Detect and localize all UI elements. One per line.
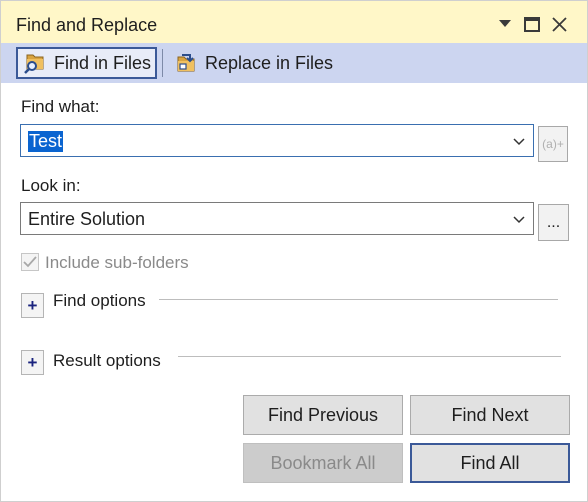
look-in-label: Look in: (21, 176, 81, 195)
window-options-dropdown[interactable] (494, 13, 516, 35)
chevron-down-icon[interactable] (512, 212, 526, 226)
browse-folders-button[interactable]: ... (538, 204, 569, 241)
find-what-label: Find what: (21, 97, 100, 116)
find-what-input[interactable]: Test (28, 131, 64, 152)
chevron-down-icon[interactable] (512, 134, 526, 148)
tab-find-in-files[interactable]: Find in Files (16, 47, 157, 79)
result-options-divider (178, 356, 561, 357)
find-options-label[interactable]: Find options (53, 291, 146, 311)
close-button[interactable] (548, 13, 570, 35)
find-in-files-icon (24, 54, 44, 74)
checkmark-icon (23, 256, 37, 268)
tab-separator (162, 49, 163, 77)
maximize-button[interactable] (521, 13, 543, 35)
find-next-button[interactable]: Find Next (410, 395, 570, 435)
find-what-combobox[interactable]: Test (20, 124, 534, 157)
ellipsis-icon: ... (546, 213, 561, 231)
include-subfolders-checkbox (21, 253, 39, 271)
tab-replace-in-files[interactable]: Replace in Files (173, 47, 333, 79)
close-icon (551, 16, 567, 32)
find-all-button[interactable]: Find All (410, 443, 570, 483)
find-options-divider (159, 299, 558, 300)
find-replace-window: Find and Replace Find in Files Replace i… (0, 0, 588, 502)
result-options-label[interactable]: Result options (53, 351, 161, 371)
maximize-icon (524, 16, 540, 32)
caret-down-icon (499, 20, 511, 27)
plus-icon: + (27, 352, 38, 372)
result-options-expander[interactable]: + (21, 350, 44, 375)
look-in-combobox[interactable]: Entire Solution (20, 202, 534, 235)
tab-find-in-files-label: Find in Files (54, 52, 152, 73)
include-subfolders-label: Include sub-folders (45, 253, 189, 272)
tab-replace-in-files-label: Replace in Files (205, 52, 334, 73)
bookmark-all-button: Bookmark All (243, 443, 403, 483)
replace-in-files-icon (177, 54, 195, 72)
find-options-expander[interactable]: + (21, 293, 44, 318)
window-title: Find and Replace (16, 15, 158, 35)
regex-icon: (a)+ (542, 137, 564, 151)
use-regex-button: (a)+ (538, 126, 568, 162)
plus-icon: + (27, 295, 38, 315)
look-in-value: Entire Solution (28, 209, 146, 229)
find-previous-button[interactable]: Find Previous (243, 395, 403, 435)
tab-strip: Find in Files Replace in Files (1, 43, 587, 83)
title-bar: Find and Replace (1, 1, 587, 43)
